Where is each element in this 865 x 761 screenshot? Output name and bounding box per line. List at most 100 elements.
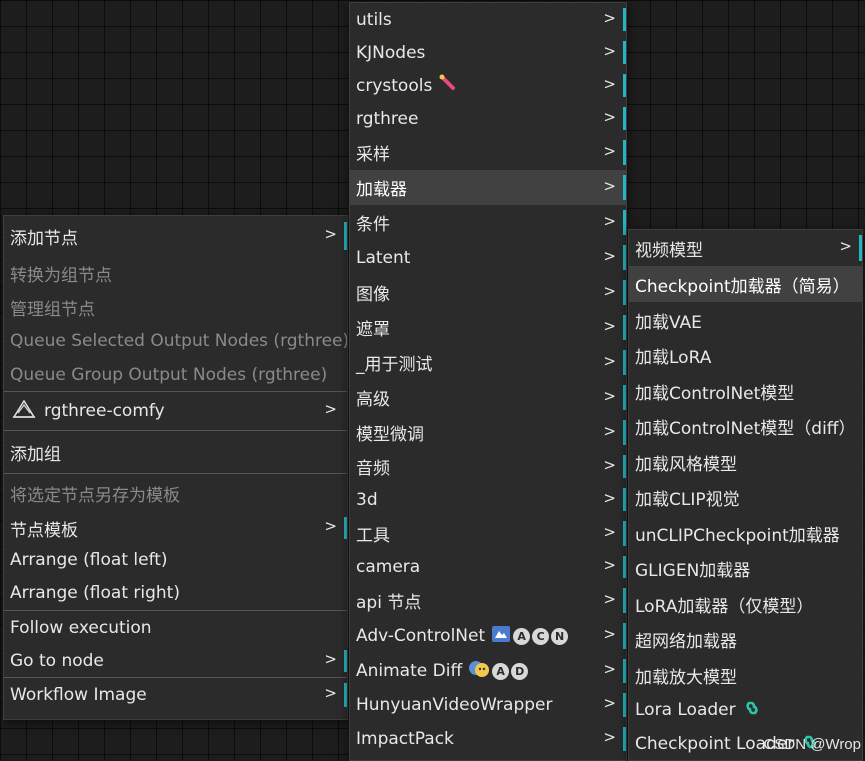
menu-item-kjnodes[interactable]: KJNodes > xyxy=(350,36,626,69)
submenu-arrow-icon: > xyxy=(603,351,616,370)
menu-item-arrange-float-right[interactable]: Arrange (float right) xyxy=(4,576,347,610)
menu-item-label: camera xyxy=(356,557,421,577)
submenu-arrow-icon: > xyxy=(603,625,616,644)
submenu-indicator xyxy=(623,106,626,131)
submenu-indicator xyxy=(623,454,626,479)
menu-item-save-as-template[interactable]: 将选定节点另存为模板 xyxy=(4,474,347,512)
menu-item-model-finetune[interactable]: 模型微调 > xyxy=(350,415,626,450)
submenu-indicator xyxy=(623,659,626,683)
menu-item-image[interactable]: 图像 > xyxy=(350,275,626,310)
menu-item-lora-loader[interactable]: Lora Loader xyxy=(629,693,862,727)
menu-item-label: Queue Selected Output Nodes (rgthree) xyxy=(10,331,348,351)
submenu-arrow-icon: > xyxy=(603,281,616,300)
menu-item-latent[interactable]: Latent > xyxy=(350,240,626,275)
menu-item-tools[interactable]: 工具 > xyxy=(350,516,626,551)
menu-item-label: 加载LoRA xyxy=(635,348,712,368)
menu-item-camera[interactable]: camera > xyxy=(350,551,626,583)
menu-item-for-testing[interactable]: _用于测试 > xyxy=(350,345,626,380)
menu-item-crystools[interactable]: crystools > xyxy=(350,69,626,102)
menu-item-label: 添加组 xyxy=(10,444,61,465)
menu-item-gligen-loader[interactable]: GLIGEN加载器 xyxy=(629,551,862,586)
menu-item-unclip-checkpoint-loader[interactable]: unCLIPCheckpoint加载器 xyxy=(629,515,862,551)
menu-item-load-style-model[interactable]: 加载风格模型 xyxy=(629,444,862,480)
menu-item-label: crystools xyxy=(356,75,433,96)
menu-item-label: Arrange (float right) xyxy=(10,583,180,603)
menu-item-load-controlnet[interactable]: 加载ControlNet模型 xyxy=(629,373,862,409)
submenu-arrow-icon: > xyxy=(839,237,852,256)
menu-item-label: 添加节点 xyxy=(10,228,78,249)
submenu-indicator xyxy=(623,588,626,613)
menu-item-label: Queue Group Output Nodes (rgthree) xyxy=(10,364,328,385)
menu-item-label: Go to node xyxy=(10,651,104,671)
menu-item-utils[interactable]: utils > xyxy=(350,3,626,36)
menu-item-go-to-node[interactable]: Go to node > xyxy=(4,645,347,677)
submenu-indicator xyxy=(623,350,626,375)
menu-item-load-lora[interactable]: 加载LoRA xyxy=(629,338,862,373)
menu-item-animate-diff[interactable]: Animate Diff A D > xyxy=(350,654,626,688)
menu-item-workflow-image[interactable]: Workflow Image > xyxy=(4,678,347,712)
menu-item-advanced[interactable]: 高级 > xyxy=(350,380,626,415)
menu-item-3d[interactable]: 3d > xyxy=(350,483,626,516)
menu-item-label: rgthree xyxy=(356,108,419,129)
menu-item-label: Follow execution xyxy=(10,618,152,638)
menu-item-loaders[interactable]: 加载器 > xyxy=(350,170,626,205)
menu-item-label: 管理组节点 xyxy=(10,299,95,320)
menu-item-node-templates[interactable]: 节点模板 > xyxy=(4,512,347,544)
menu-item-load-upscale-model[interactable]: 加载放大模型 xyxy=(629,657,862,693)
submenu-arrow-icon: > xyxy=(603,246,616,265)
menu-item-label: LoRA加载器（仅模型） xyxy=(635,596,814,617)
add-node-submenu: utils > KJNodes > crystools > rgthree > … xyxy=(349,2,627,761)
menu-item-label: 遮罩 xyxy=(356,320,390,340)
menu-item-label: 条件 xyxy=(356,215,390,235)
submenu-arrow-icon: > xyxy=(603,488,616,507)
menu-item-arrange-float-left[interactable]: Arrange (float left) xyxy=(4,544,347,576)
menu-item-lora-loader-model-only[interactable]: LoRA加载器（仅模型） xyxy=(629,586,862,622)
menu-item-mask[interactable]: 遮罩 > xyxy=(350,310,626,345)
menu-item-label: rgthree-comfy xyxy=(44,401,165,421)
menu-item-conditioning[interactable]: 条件 > xyxy=(350,205,626,240)
menu-item-hunyuan-video-wrapper[interactable]: HunyuanVideoWrapper > xyxy=(350,688,626,722)
menu-item-checkpoint-loader-simple[interactable]: Checkpoint加载器（简易） xyxy=(629,266,862,302)
badge: N xyxy=(551,627,569,645)
menu-item-add-node[interactable]: 添加节点 > xyxy=(4,216,347,256)
badge: C xyxy=(532,627,550,645)
menu-item-sampling[interactable]: 采样 > xyxy=(350,135,626,170)
submenu-arrow-icon: > xyxy=(603,316,616,335)
menu-item-label: 转换为组节点 xyxy=(10,265,112,286)
menu-item-load-clip-vision[interactable]: 加载CLIP视觉 xyxy=(629,480,862,515)
menu-item-hypernetwork-loader[interactable]: 超网络加载器 xyxy=(629,622,862,657)
submenu-arrow-icon: > xyxy=(603,41,616,60)
menu-item-manage-group-nodes[interactable]: 管理组节点 xyxy=(4,290,347,324)
submenu-arrow-icon: > xyxy=(324,225,337,244)
submenu-arrow-icon: > xyxy=(603,386,616,405)
menu-item-queue-selected-output[interactable]: Queue Selected Output Nodes (rgthree) xyxy=(4,324,347,358)
menu-item-label: utils xyxy=(356,9,392,30)
submenu-arrow-icon: > xyxy=(603,176,616,195)
watermark: CSDN @Wrop xyxy=(763,736,861,753)
menu-item-rgthree-comfy[interactable]: rgthree-comfy > xyxy=(4,392,347,430)
submenu-arrow-icon: > xyxy=(603,74,616,93)
menu-item-load-vae[interactable]: 加载VAE xyxy=(629,302,862,338)
menu-item-api-nodes[interactable]: api 节点 > xyxy=(350,583,626,618)
submenu-indicator xyxy=(623,693,626,717)
submenu-indicator xyxy=(623,280,626,305)
menu-item-add-group[interactable]: 添加组 xyxy=(4,431,347,473)
menu-item-load-controlnet-diff[interactable]: 加载ControlNet模型（diff） xyxy=(629,409,862,444)
menu-item-rgthree[interactable]: rgthree > xyxy=(350,102,626,135)
menu-item-adv-controlnet[interactable]: Adv-ControlNet A C N > xyxy=(350,618,626,654)
submenu-arrow-icon: > xyxy=(603,141,616,160)
menu-item-queue-group-output[interactable]: Queue Group Output Nodes (rgthree) xyxy=(4,358,347,391)
menu-item-label: 工具 xyxy=(356,526,390,546)
menu-item-label: 加载风格模型 xyxy=(635,454,737,475)
submenu-indicator xyxy=(344,222,347,250)
badge: A xyxy=(492,662,510,680)
menu-item-label: KJNodes xyxy=(356,42,426,63)
menu-item-follow-execution[interactable]: Follow execution xyxy=(4,611,347,645)
menu-item-impact-pack[interactable]: ImpactPack > xyxy=(350,722,626,756)
menu-item-convert-to-group-node[interactable]: 转换为组节点 xyxy=(4,256,347,290)
menu-item-label: 3d xyxy=(356,489,378,510)
menu-item-label: Adv-ControlNet xyxy=(356,626,486,646)
submenu-arrow-icon: > xyxy=(324,517,337,536)
menu-item-audio[interactable]: 音频 > xyxy=(350,450,626,483)
menu-item-video-models[interactable]: 视频模型 > xyxy=(629,230,862,266)
